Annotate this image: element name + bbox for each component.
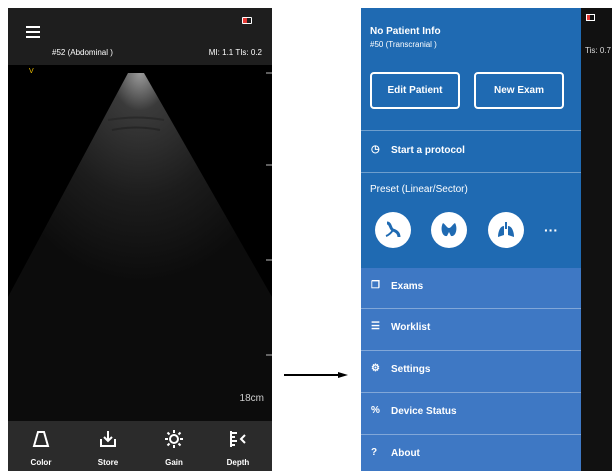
menu-item-worklist[interactable]: ☰ Worklist [361, 309, 581, 349]
download-icon [100, 431, 116, 447]
menu-item-label: Settings [391, 364, 431, 375]
color-button[interactable]: Color [13, 421, 69, 471]
menu-item-label: Exams [391, 281, 424, 292]
vessel-preset-button[interactable] [375, 212, 411, 248]
menu-item-label: Worklist [391, 322, 431, 333]
menu-icon[interactable] [26, 26, 40, 38]
menu-item-device-status[interactable]: % Device Status [361, 393, 581, 433]
gain-button[interactable]: Gain [146, 421, 202, 471]
menu-item-exams[interactable]: ❐ Exams [361, 268, 581, 308]
depth-icon [230, 431, 246, 447]
patient-name: No Patient Info [370, 26, 441, 37]
background-scan-strip: Tis: 0.7 [581, 8, 612, 471]
navigation-drawer-screen: Tis: 0.7 No Patient Info #50 (Transcrani… [361, 8, 612, 471]
ultrasound-image[interactable] [8, 65, 272, 421]
new-exam-button[interactable]: New Exam [474, 72, 564, 109]
store-button[interactable]: Store [80, 421, 136, 471]
more-presets-button[interactable]: ··· [544, 222, 558, 238]
depth-readout: 18cm [239, 393, 264, 404]
status-header: #52 (Abdominal ) MI: 1.1 TIs: 0.2 [8, 8, 272, 65]
lungs-preset-button[interactable] [488, 212, 524, 248]
vessel-icon [385, 221, 401, 238]
gain-label: Gain [165, 458, 183, 467]
battery-icon [242, 17, 252, 24]
current-preset: #50 (Transcranial ) [370, 40, 437, 49]
drawer-menu: ❐ Exams ☰ Worklist ⚙ Settings % Device S… [361, 268, 581, 471]
probe-icon [32, 431, 50, 447]
menu-item-label: About [391, 448, 420, 459]
transition-arrow-icon [284, 372, 348, 378]
preset-section-title: Preset (Linear/Sector) [370, 184, 468, 195]
clock-icon: ◷ [371, 144, 380, 155]
menu-item-about[interactable]: ? About [361, 435, 581, 471]
ultrasound-scan-screen: #52 (Abdominal ) MI: 1.1 TIs: 0.2 V 18cm [8, 8, 272, 471]
thyroid-preset-button[interactable] [431, 212, 467, 248]
start-protocol-label: Start a protocol [391, 145, 465, 156]
about-icon: ? [371, 447, 378, 458]
divider [361, 172, 581, 173]
edit-patient-button[interactable]: Edit Patient [370, 72, 460, 109]
divider [361, 130, 581, 131]
drawer-header: No Patient Info #50 (Transcranial ) Edit… [361, 8, 581, 268]
color-label: Color [30, 458, 52, 467]
depth-label: Depth [226, 458, 250, 467]
battery-icon [586, 14, 595, 21]
orientation-marker: V [29, 68, 34, 75]
worklist-icon: ☰ [371, 321, 380, 332]
store-label: Store [97, 458, 119, 467]
mi-tis-readout: MI: 1.1 TIs: 0.2 [208, 48, 262, 57]
preset-label: #52 (Abdominal ) [52, 48, 113, 57]
bottom-toolbar: Color Store Gain Depth [8, 421, 272, 471]
lungs-icon [498, 222, 514, 237]
settings-icon: ⚙ [371, 363, 380, 374]
start-protocol-item[interactable]: ◷ Start a protocol [361, 132, 581, 172]
thyroid-icon [441, 223, 457, 237]
gain-icon [165, 430, 183, 448]
exams-icon: ❐ [371, 280, 380, 291]
device-status-icon: % [371, 405, 380, 416]
menu-item-settings[interactable]: ⚙ Settings [361, 351, 581, 391]
menu-item-label: Device Status [391, 406, 457, 417]
depth-button[interactable]: Depth [210, 421, 266, 471]
strip-tis-readout: Tis: 0.7 [585, 46, 611, 55]
